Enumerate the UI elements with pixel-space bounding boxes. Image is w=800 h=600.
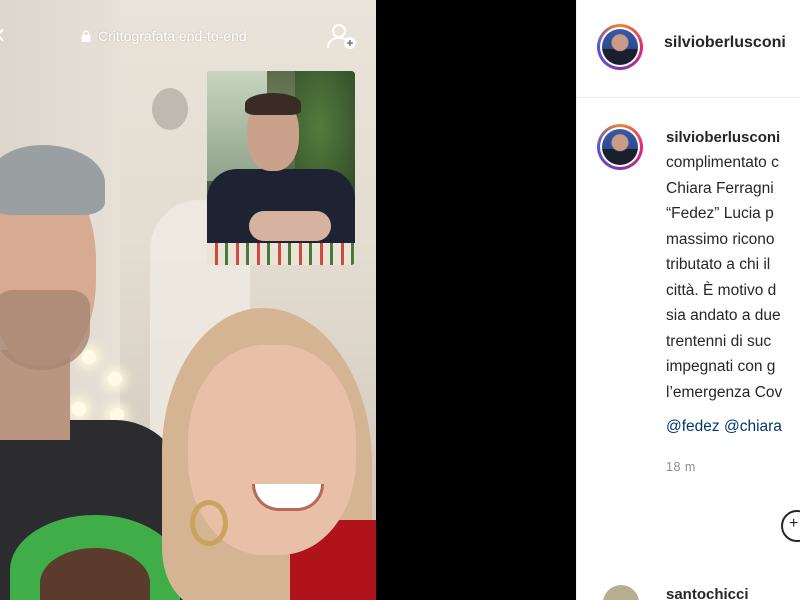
- caption-line: tributato a chi il: [666, 256, 771, 273]
- caption-line: città. È motivo d: [666, 281, 777, 299]
- light-bulb: [72, 402, 86, 416]
- add-person-icon[interactable]: [325, 22, 357, 50]
- plus-circle-icon[interactable]: +: [781, 510, 800, 542]
- caption-line: complimentato c: [666, 154, 779, 171]
- lock-icon: [81, 30, 91, 42]
- avatar-image: [602, 129, 638, 165]
- encryption-label: Crittografata end-to-end: [98, 28, 247, 44]
- avatar[interactable]: [597, 24, 643, 70]
- ceiling-speaker: [152, 88, 188, 130]
- chevron-left-icon[interactable]: ‹: [0, 20, 6, 50]
- caption-line: sia andato a due: [666, 307, 781, 324]
- caption-line: impegnati con g: [666, 358, 776, 375]
- screenshot-frame: ‹ Crittografata end-to-end silvi: [0, 0, 800, 600]
- caption-text: complimentato c Chiara Ferragni “Fedez” …: [666, 150, 800, 405]
- comment-avatar[interactable]: [603, 585, 639, 600]
- woman-earring: [190, 500, 228, 546]
- encryption-notice: Crittografata end-to-end: [80, 28, 247, 44]
- post-timestamp: 18 m: [666, 460, 696, 474]
- video-call-photo: ‹ Crittografata end-to-end: [0, 0, 376, 600]
- mention-links[interactable]: @fedez @chiara: [666, 418, 782, 436]
- remote-caller-pip[interactable]: [207, 71, 355, 265]
- post-username[interactable]: silvioberlusconi: [664, 34, 786, 52]
- post-header: silvioberlusconi: [577, 0, 800, 98]
- light-bulb: [82, 350, 96, 364]
- avatar-image: [602, 29, 638, 65]
- caption-avatar[interactable]: [597, 124, 643, 170]
- pip-caller-hands: [249, 211, 331, 241]
- media-letterbox: [376, 0, 576, 600]
- caption-line: massimo ricono: [666, 230, 775, 248]
- caption-line: “Fedez” Lucia p: [666, 205, 774, 222]
- pip-tablecloth: [207, 243, 355, 265]
- caption-line: Chiara Ferragni: [666, 179, 774, 197]
- post-sidebar: silvioberlusconi silvioberlusconi compli…: [576, 0, 800, 600]
- caption-username[interactable]: silvioberlusconi: [666, 129, 780, 146]
- call-top-bar: ‹ Crittografata end-to-end: [0, 0, 376, 70]
- caption-line: l’emergenza Cov: [666, 383, 783, 401]
- caption-line: trentenni di suc: [666, 332, 772, 350]
- comment-username[interactable]: santochicci: [666, 586, 749, 600]
- pip-caller-hair: [245, 93, 301, 115]
- light-bulb: [108, 372, 122, 386]
